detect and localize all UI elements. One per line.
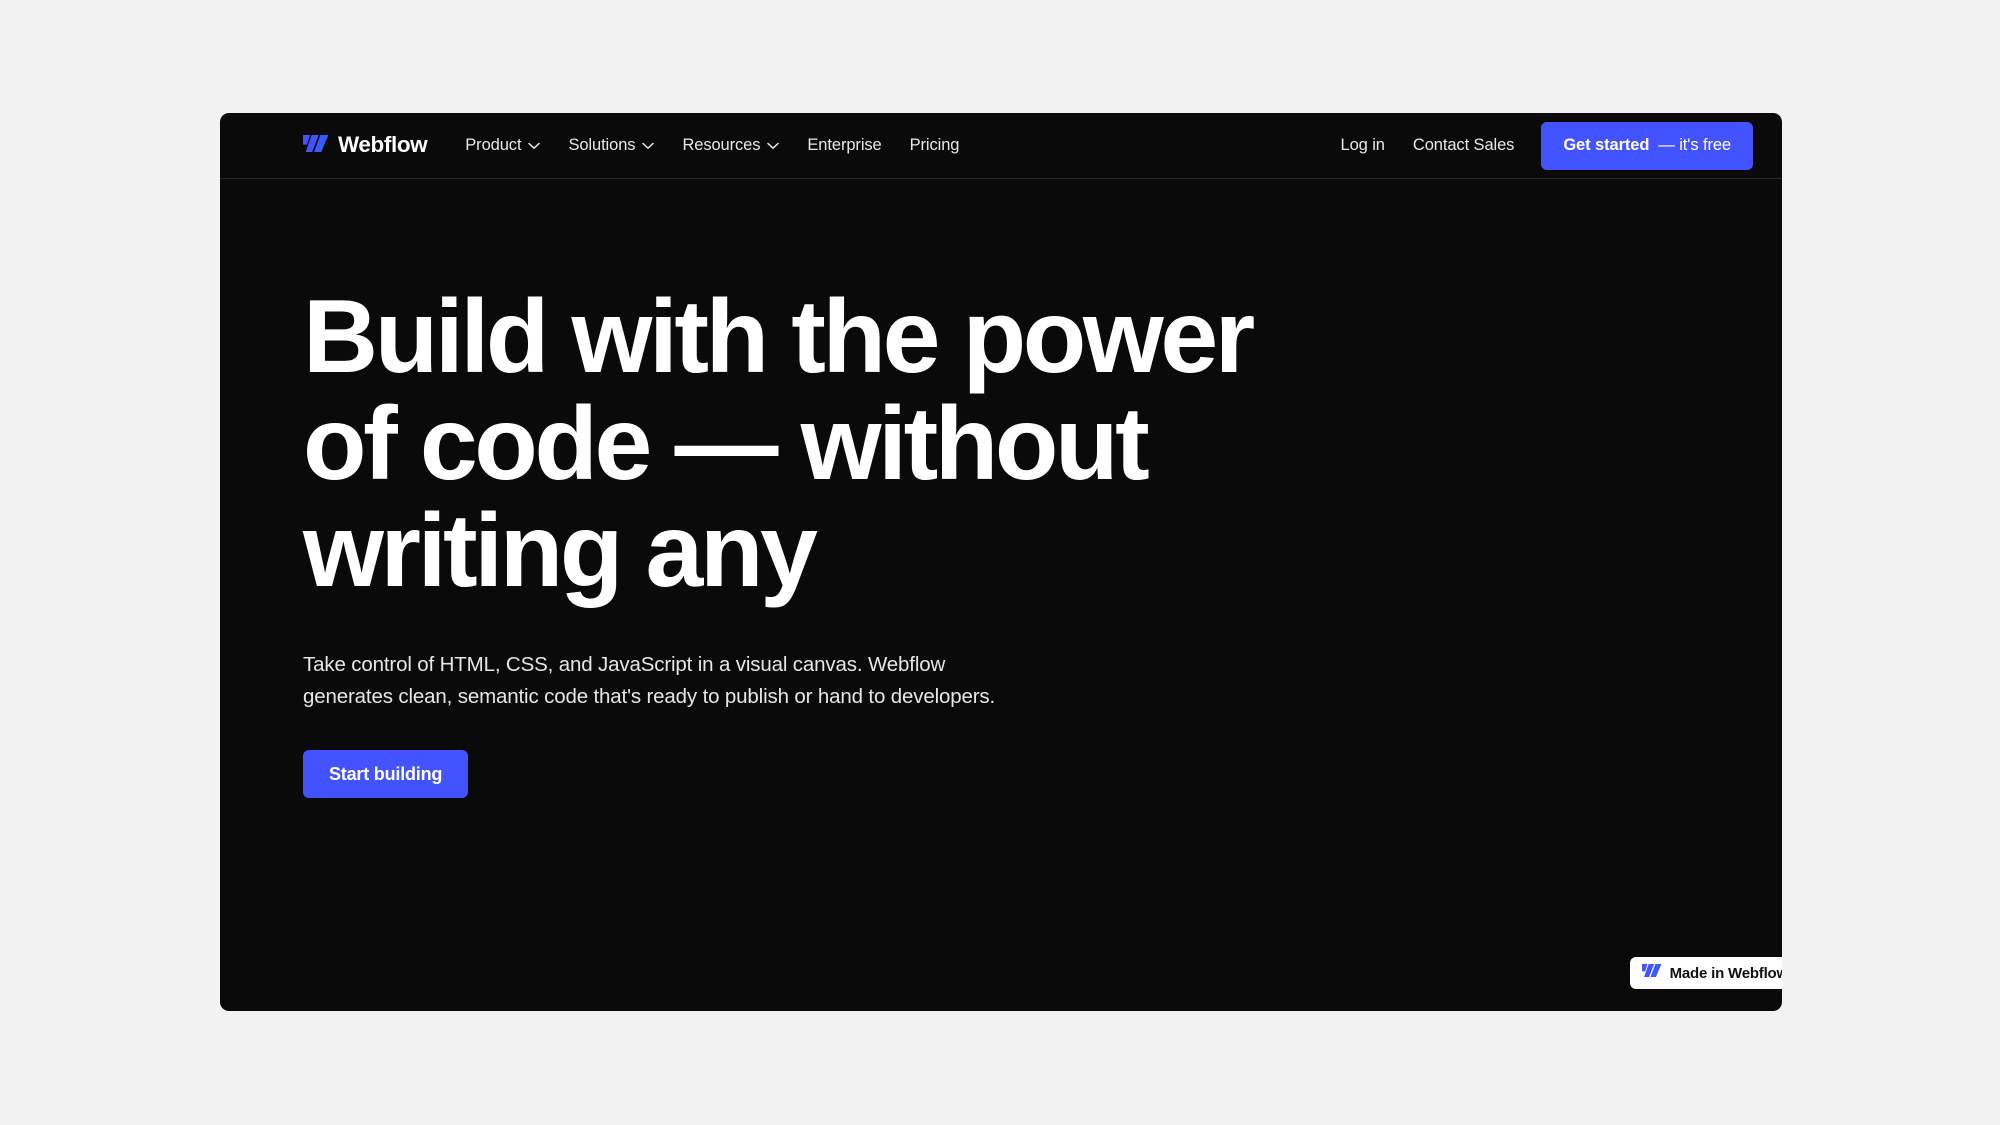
brand-name: Webflow (338, 132, 428, 158)
nav-item-pricing[interactable]: Pricing (896, 130, 974, 161)
get-started-sublabel: — it's free (1658, 136, 1731, 155)
webflow-logo-icon (303, 134, 329, 157)
chevron-down-icon (767, 137, 780, 154)
nav-item-solutions-label: Solutions (568, 136, 636, 155)
hero-headline-line-3: writing any (303, 493, 818, 610)
hero-subtext: Take control of HTML, CSS, and JavaScrip… (303, 649, 1782, 713)
nav-item-product[interactable]: Product (451, 130, 554, 161)
brand-logo-link[interactable]: Webflow (303, 132, 428, 158)
hero-subtext-line-2: generates clean, semantic code that's re… (303, 685, 996, 709)
hero-headline-line-2: of code — without (303, 386, 1150, 503)
nav-item-solutions[interactable]: Solutions (554, 130, 668, 161)
nav-links-group: Product Solutions Resources Enterprise P… (451, 130, 973, 161)
hero-headline: Build with the power of code — without w… (303, 279, 1323, 610)
nav-item-resources-label: Resources (682, 136, 761, 155)
nav-item-enterprise[interactable]: Enterprise (793, 130, 895, 161)
start-building-button[interactable]: Start building (303, 749, 469, 798)
nav-right-group: Log in Contact Sales Get started — it's … (1327, 121, 1753, 170)
nav-item-pricing-label: Pricing (909, 136, 960, 155)
contact-sales-link[interactable]: Contact Sales (1399, 130, 1528, 161)
nav-item-resources[interactable]: Resources (668, 130, 793, 161)
webflow-logo-icon (1641, 964, 1662, 982)
nav-item-product-label: Product (465, 136, 522, 155)
hero-headline-line-1: Build with the power (303, 279, 1255, 395)
made-in-webflow-badge[interactable]: Made in Webflow (1629, 957, 1782, 989)
site-navigation-bar: Webflow Product Solutions Resources Ente… (220, 113, 1782, 179)
get-started-label: Get started (1563, 136, 1650, 155)
login-link[interactable]: Log in (1327, 130, 1399, 161)
hero-section: Build with the power of code — without w… (220, 179, 1782, 798)
chevron-down-icon (528, 137, 541, 154)
hero-subtext-line-1: Take control of HTML, CSS, and JavaScrip… (303, 653, 946, 677)
site-viewport-panel: Webflow Product Solutions Resources Ente… (220, 113, 1782, 1011)
made-in-webflow-label: Made in Webflow (1669, 964, 1782, 982)
get-started-button[interactable]: Get started — it's free (1541, 121, 1753, 170)
chevron-down-icon (642, 137, 655, 154)
nav-item-enterprise-label: Enterprise (807, 136, 882, 155)
nav-left-group: Webflow Product Solutions Resources Ente… (303, 130, 973, 161)
